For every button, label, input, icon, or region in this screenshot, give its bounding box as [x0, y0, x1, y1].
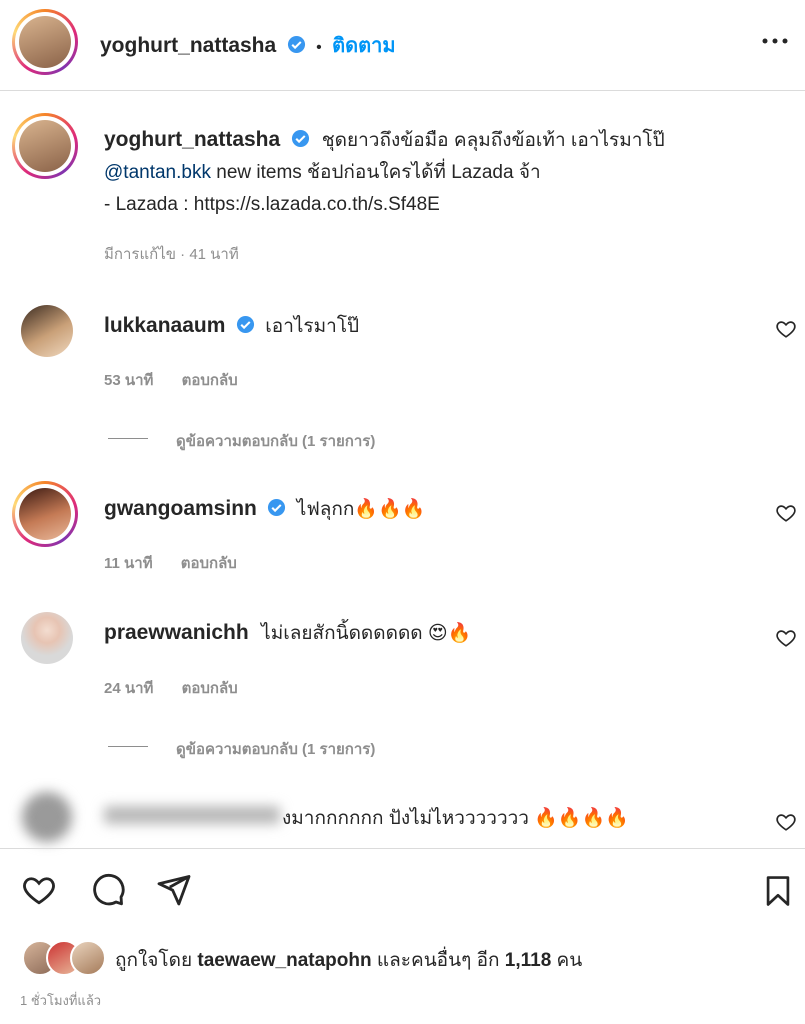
liker-avatar[interactable]	[70, 940, 106, 976]
avatar	[19, 16, 71, 68]
header-divider	[0, 90, 805, 91]
blurred-username	[104, 806, 280, 824]
comment-like-heart-icon[interactable]	[775, 318, 797, 340]
header-dot: •	[316, 39, 322, 56]
avatar-ring[interactable]	[12, 481, 78, 547]
likes-prefix: ถูกใจโดย	[115, 950, 193, 971]
comment-icon[interactable]	[90, 872, 126, 908]
reply-button[interactable]: ตอบกลับ	[182, 372, 238, 389]
comment-text: ไฟลุกก🔥🔥🔥	[296, 499, 426, 520]
comment-like-heart-icon[interactable]	[775, 627, 797, 649]
comment-text: ไม่เลยสักนิ้ดดดดดด 😍🔥	[261, 623, 472, 644]
comment-like-heart-icon[interactable]	[775, 811, 797, 833]
avatar[interactable]	[21, 305, 73, 357]
avatar[interactable]	[22, 792, 72, 842]
follow-button[interactable]: ติดตาม	[332, 35, 395, 57]
comment-time[interactable]: 11 นาที	[104, 555, 153, 572]
caption-username[interactable]: yoghurt_nattasha	[104, 128, 280, 151]
bookmark-icon[interactable]	[761, 872, 795, 910]
actions-divider	[0, 848, 805, 849]
comment-username[interactable]: gwangoamsinn	[104, 497, 257, 520]
replies-line	[108, 746, 148, 747]
comment-username[interactable]: praewwanichh	[104, 621, 249, 644]
replies-line	[108, 438, 148, 439]
comment-text: งมากกกกกก ปังไม่ไหววววววว 🔥🔥🔥🔥	[282, 808, 629, 829]
view-replies-button[interactable]: ดูข้อความตอบกลับ (1 รายการ)	[176, 737, 375, 761]
verified-badge-icon	[268, 498, 286, 517]
comment-like-heart-icon[interactable]	[775, 502, 797, 524]
caption-avatar-ring[interactable]	[12, 113, 78, 179]
header-username[interactable]: yoghurt_nattasha	[100, 34, 276, 57]
comment-text: เอาไรมาโป๊	[265, 316, 360, 337]
heart-icon[interactable]	[20, 872, 58, 908]
caption-mention-link[interactable]: @tantan.bkk	[104, 162, 211, 183]
avatar	[19, 488, 71, 540]
send-icon[interactable]	[156, 872, 192, 908]
avatar[interactable]	[21, 612, 73, 664]
caption-line1: ชุดยาวถึงข้อมือ คลุมถึงข้อเท้า เอาไรมาโป…	[321, 130, 665, 151]
reply-button[interactable]: ตอบกลับ	[181, 555, 237, 572]
likes-user-link[interactable]: taewaew_natapohn	[197, 950, 371, 971]
likes-suffix: และคนอื่นๆ อีก	[376, 950, 500, 971]
comment-username[interactable]: lukkanaaum	[104, 314, 225, 337]
caption-meta: มีการแก้ไข · 41 นาที	[104, 246, 239, 263]
verified-badge-icon	[292, 129, 310, 148]
verified-badge-icon	[287, 35, 305, 54]
caption-line3: - Lazada : https://s.lazada.co.th/s.Sf48…	[104, 194, 440, 215]
avatar-ring[interactable]	[12, 9, 78, 75]
likes-unit: คน	[556, 950, 583, 971]
verified-badge-icon	[236, 315, 254, 334]
post-timestamp[interactable]: 1 ชั่วโมงที่แล้ว	[20, 990, 101, 1011]
caption-line2: new items ช้อปก่อนใครได้ที่ Lazada จ้า	[210, 162, 541, 183]
likes-count[interactable]: 1,118	[505, 950, 552, 971]
comment-time[interactable]: 24 นาที	[104, 680, 153, 697]
avatar	[19, 120, 71, 172]
reply-button[interactable]: ตอบกลับ	[182, 680, 238, 697]
view-replies-button[interactable]: ดูข้อความตอบกลับ (1 รายการ)	[176, 429, 375, 453]
comment-time[interactable]: 53 นาที	[104, 372, 153, 389]
more-horizontal-icon[interactable]	[760, 34, 790, 48]
